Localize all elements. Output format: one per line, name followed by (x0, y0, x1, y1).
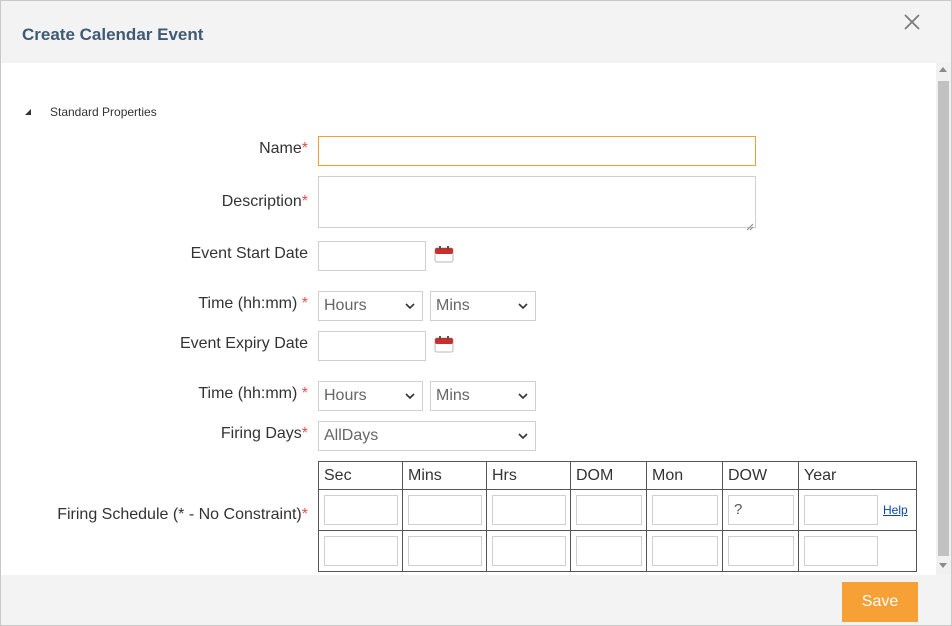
start-time-label: Time (hh:mm) * (198, 295, 308, 312)
schedule-header-row: Sec Mins Hrs DOM Mon DOW Year (318, 461, 917, 490)
firing-days-label: Firing Days* (220, 425, 308, 442)
scroll-down-arrow-icon[interactable] (939, 563, 947, 568)
description-textarea[interactable] (318, 176, 756, 228)
col-mins: Mins (402, 461, 487, 490)
start-mins-select[interactable]: Mins (430, 291, 536, 321)
scroll-up-arrow-icon[interactable] (939, 67, 947, 72)
dom-input[interactable] (576, 495, 642, 525)
dom-input[interactable] (576, 536, 642, 566)
calendar-icon[interactable] (434, 335, 454, 353)
chevron-down-icon (518, 303, 528, 310)
col-dom: DOM (570, 461, 647, 490)
col-dow: DOW (722, 461, 799, 490)
dialog-body: Standard Properties Name* Description* E… (1, 63, 936, 575)
expiry-hours-select[interactable]: Hours (318, 381, 423, 411)
mon-input[interactable] (652, 536, 718, 566)
event-start-date-input[interactable] (318, 241, 426, 271)
hrs-input[interactable] (492, 495, 566, 525)
chevron-down-icon (405, 393, 415, 400)
year-input[interactable] (804, 495, 878, 525)
sec-input[interactable] (324, 536, 398, 566)
event-expiry-date-label: Event Expiry Date (179, 335, 308, 352)
dow-input[interactable]: ? (728, 495, 794, 525)
firing-schedule-label: Firing Schedule (* - No Constraint)* (57, 506, 308, 523)
dialog-footer: Save (1, 575, 951, 625)
section-title: Standard Properties (50, 105, 157, 119)
save-button[interactable]: Save (842, 582, 918, 622)
expiry-time-label: Time (hh:mm) * (198, 385, 308, 402)
chevron-down-icon (518, 393, 528, 400)
event-expiry-date-input[interactable] (318, 331, 426, 361)
resize-grip-icon[interactable] (746, 218, 754, 231)
name-input[interactable] (318, 136, 756, 166)
collapse-triangle-icon[interactable] (25, 109, 31, 115)
mon-input[interactable] (652, 495, 718, 525)
schedule-row: ? Help (318, 489, 917, 531)
col-mon: Mon (646, 461, 723, 490)
year-input[interactable] (804, 536, 878, 566)
start-hours-select[interactable]: Hours (318, 291, 423, 321)
description-label: Description* (221, 193, 308, 210)
col-sec: Sec (318, 461, 403, 490)
mins-input[interactable] (408, 495, 482, 525)
dialog-title: Create Calendar Event (22, 25, 204, 44)
col-year: Year (798, 461, 917, 490)
dow-input[interactable] (728, 536, 794, 566)
hrs-input[interactable] (492, 536, 566, 566)
scrollbar-thumb[interactable] (938, 81, 949, 556)
create-calendar-event-dialog: Create Calendar Event Standard Propertie… (0, 0, 952, 626)
calendar-icon[interactable] (434, 245, 454, 263)
dialog-header: Create Calendar Event (1, 1, 951, 63)
sec-input[interactable] (324, 495, 398, 525)
mins-input[interactable] (408, 536, 482, 566)
col-hrs: Hrs (486, 461, 571, 490)
help-link[interactable]: Help (883, 503, 908, 517)
close-icon[interactable] (903, 13, 921, 31)
event-start-date-label: Event Start Date (190, 245, 308, 262)
schedule-row (318, 530, 917, 572)
chevron-down-icon (405, 303, 415, 310)
expiry-mins-select[interactable]: Mins (430, 381, 536, 411)
firing-schedule-table: Sec Mins Hrs DOM Mon DOW Year ? Help (318, 461, 917, 572)
vertical-scrollbar[interactable] (936, 63, 951, 575)
chevron-down-icon (518, 433, 528, 440)
name-label: Name* (259, 140, 308, 157)
firing-days-select[interactable]: AllDays (318, 421, 536, 451)
